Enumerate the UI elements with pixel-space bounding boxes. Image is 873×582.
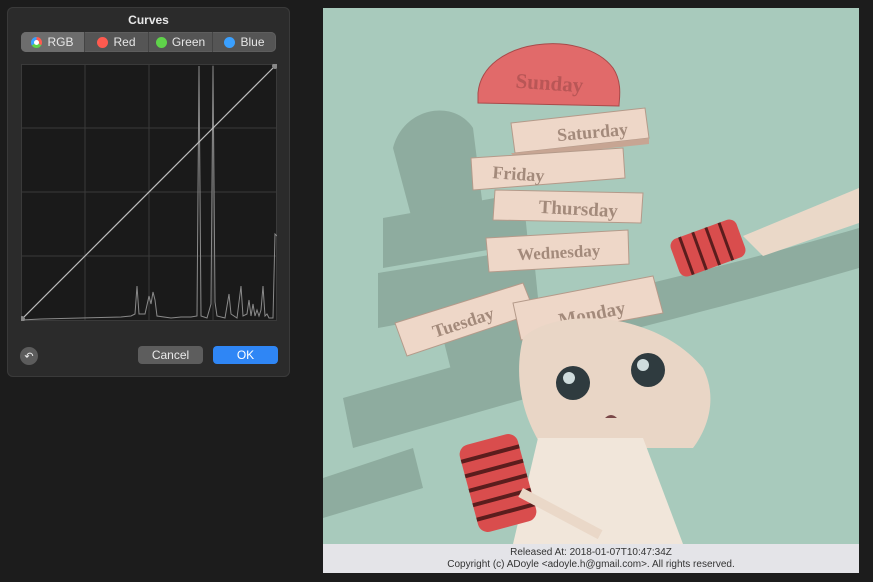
undo-arrow-icon[interactable]: ↶ [20,347,38,365]
copyright: Copyright (c) ADoyle <adoyle.h@gmail.com… [447,559,735,570]
curve-editor[interactable] [21,64,277,321]
release-date: Released At: 2018-01-07T10:47:34Z [510,547,672,558]
tab-label: Red [113,35,136,49]
curve-graph [21,64,277,321]
tab-blue[interactable]: Blue [213,32,276,52]
thursday-block: Thursday [492,189,644,224]
green-dot-icon [155,36,167,48]
ok-button[interactable]: OK [213,346,278,364]
image-preview: Sunday Saturday Friday Thursday Wednesda… [323,8,859,573]
label-thursday: Thursday [538,197,619,222]
red-dot-icon [97,36,109,48]
rgb-color-wheel-icon [31,36,43,48]
tab-green[interactable]: Green [149,32,213,52]
label-friday: Friday [492,162,545,186]
tab-rgb[interactable]: RGB [21,32,85,52]
dialog-title: Curves [128,13,169,27]
curves-dialog: Curves RGB Red Green Blue ↶ Cancel OK [7,7,290,377]
tab-label: Blue [240,35,265,49]
label-sunday: Sunday [515,69,585,98]
image-caption: Released At: 2018-01-07T10:47:34Z Copyri… [323,544,859,573]
channel-tabs: RGB Red Green Blue [21,32,276,52]
cancel-button[interactable]: Cancel [138,346,203,364]
tab-label: Green [171,35,206,49]
tab-red[interactable]: Red [85,32,149,52]
blue-dot-icon [224,36,236,48]
artwork: Sunday Saturday Friday Thursday Wednesda… [323,8,859,544]
tab-label: RGB [47,35,74,49]
wednesday-block: Wednesday [485,229,630,273]
